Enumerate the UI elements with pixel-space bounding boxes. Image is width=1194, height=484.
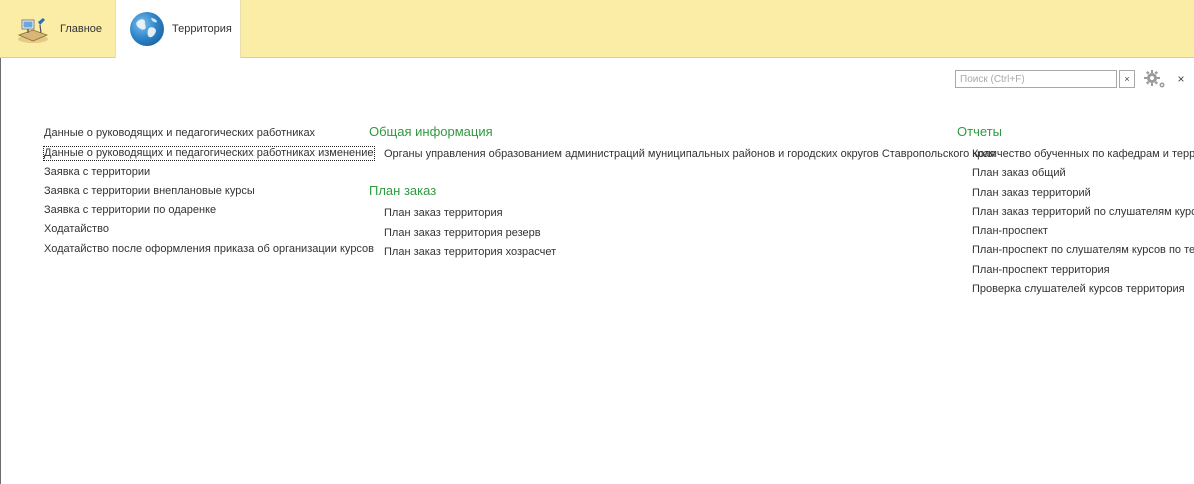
clear-search-button[interactable]: × — [1119, 70, 1135, 88]
report-link-prospectus-territory[interactable]: План-проспект территория — [972, 264, 1194, 284]
nav-link-plan-territory-reserve[interactable]: План заказ территория резерв — [384, 227, 995, 247]
home-desk-icon — [16, 14, 50, 44]
search-input[interactable] — [955, 70, 1117, 88]
section-territory[interactable]: Территория — [115, 0, 241, 58]
nav-link-territory-request-unplanned[interactable]: Заявка с территории внеплановые курсы — [44, 185, 374, 205]
section-territory-label: Территория — [172, 23, 232, 35]
group-title-plan-order: План заказ — [369, 183, 437, 199]
report-link-prospectus[interactable]: План-проспект — [972, 226, 1194, 245]
report-link-plan-by-listeners[interactable]: План заказ территорий по слушателям курс… — [972, 206, 1194, 226]
report-link-plan-general[interactable]: План заказ общий — [972, 168, 1194, 187]
group-title-reports: Отчеты — [957, 125, 1002, 139]
group-title-general-info: Общая информация — [369, 124, 493, 139]
section-main-label: Главное — [60, 23, 103, 35]
column-reports: Отчеты Количество обученных по кафедрам … — [957, 125, 1194, 303]
nav-link-territory-request-gifted[interactable]: Заявка с территории по одаренке — [44, 205, 374, 224]
globe-icon — [130, 12, 164, 46]
column-documents: Данные о руководящих и педагогических ра… — [43, 127, 375, 263]
nav-link-petition-after-order[interactable]: Ходатайство после оформления приказа об … — [44, 243, 374, 263]
nav-link-territory-request[interactable]: Заявка с территории — [44, 166, 374, 186]
nav-link-education-authorities[interactable]: Органы управления образованием администр… — [384, 148, 995, 168]
nav-link-staff-data[interactable]: Данные о руководящих и педагогических ра… — [44, 127, 374, 147]
nav-link-plan-territory-selfpaid[interactable]: План заказ территория хозрасчет — [384, 246, 995, 266]
nav-link-staff-data-change[interactable]: Данные о руководящих и педагогических ра… — [43, 146, 375, 162]
report-link-trained-count[interactable]: Количество обученных по кафедрам и терри… — [972, 148, 1194, 168]
column-catalogs: Общая информация Органы управления образ… — [369, 125, 995, 266]
report-link-prospectus-by-listeners[interactable]: План-проспект по слушателям курсов по те… — [972, 245, 1194, 264]
close-button[interactable]: × — [1174, 71, 1188, 87]
settings-gear-icon[interactable] — [1143, 68, 1167, 90]
nav-link-petition[interactable]: Ходатайство — [44, 224, 374, 243]
nav-link-plan-territory[interactable]: План заказ территория — [384, 208, 995, 227]
report-link-check-listeners[interactable]: Проверка слушателей курсов территория — [972, 283, 1194, 303]
section-panel: Главное Территория — [0, 0, 1194, 58]
report-link-plan-territories[interactable]: План заказ территорий — [972, 187, 1194, 207]
section-main[interactable]: Главное — [16, 0, 112, 58]
